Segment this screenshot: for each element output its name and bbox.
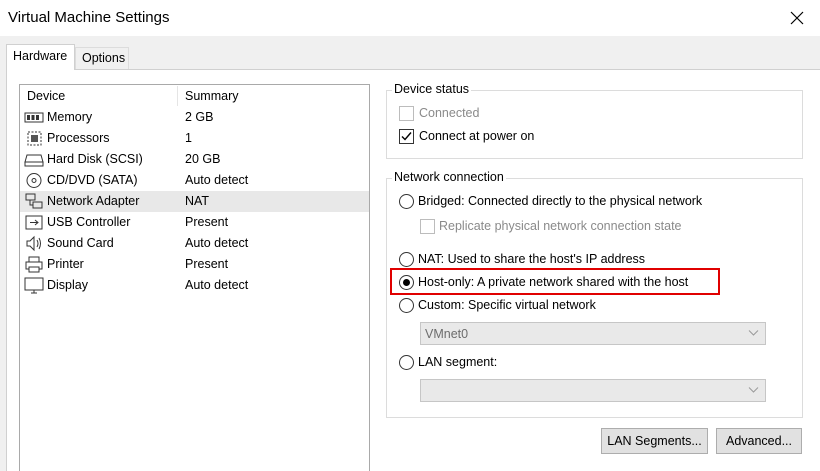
device-row-memory[interactable]: Memory 2 GB [20, 107, 369, 128]
chevron-down-icon [748, 330, 759, 336]
device-name: Processors [47, 131, 110, 145]
replicate-state-label: Replicate physical network connection st… [439, 219, 682, 233]
device-summary: NAT [185, 194, 210, 208]
device-summary: 2 GB [185, 110, 214, 124]
device-name: Printer [47, 257, 84, 271]
checkmark-icon [401, 132, 412, 141]
tab-hardware-label: Hardware [13, 49, 68, 63]
custom-radio[interactable] [399, 298, 414, 313]
device-name: Sound Card [47, 236, 114, 250]
device-row-hard-disk[interactable]: Hard Disk (SCSI) 20 GB [20, 149, 369, 170]
lan-segment-radio[interactable] [399, 355, 414, 370]
printer-icon [25, 256, 43, 273]
bridged-label: Bridged: Connected directly to the physi… [418, 194, 703, 208]
connect-at-power-on-checkbox[interactable] [399, 129, 414, 144]
chevron-down-icon [748, 387, 759, 393]
device-summary: Present [185, 257, 229, 271]
device-name: CD/DVD (SATA) [47, 173, 138, 187]
custom-network-value: VMnet0 [425, 327, 469, 341]
usb-icon [25, 215, 43, 230]
device-row-processors[interactable]: Processors 1 [20, 128, 369, 149]
sound-card-icon [26, 235, 41, 252]
close-icon [790, 11, 804, 25]
device-status-legend: Device status [392, 82, 472, 96]
device-name: Hard Disk (SCSI) [47, 152, 143, 166]
network-adapter-icon [25, 193, 43, 209]
device-name: USB Controller [47, 215, 131, 229]
device-list-header: Device Summary [20, 85, 369, 107]
device-list[interactable]: Device Summary Memory 2 GB Processors 1 … [19, 84, 370, 471]
connect-at-power-on-label: Connect at power on [419, 129, 535, 143]
device-summary: Present [185, 215, 229, 229]
connected-checkbox[interactable] [399, 106, 414, 121]
display-icon [24, 277, 44, 294]
replicate-state-checkbox[interactable] [420, 219, 435, 234]
device-row-printer[interactable]: Printer Present [20, 254, 369, 275]
tab-hardware[interactable]: Hardware [6, 44, 75, 70]
memory-icon [24, 112, 44, 123]
device-row-network-adapter[interactable]: Network Adapter NAT [20, 191, 369, 212]
custom-label: Custom: Specific virtual network [418, 298, 596, 312]
device-summary: 1 [185, 131, 192, 145]
lan-segment-label: LAN segment: [418, 355, 498, 369]
device-summary: Auto detect [185, 236, 249, 250]
device-name: Display [47, 278, 88, 292]
lan-segment-select[interactable] [420, 379, 766, 402]
device-summary: Auto detect [185, 173, 249, 187]
device-row-sound-card[interactable]: Sound Card Auto detect [20, 233, 369, 254]
bridged-radio[interactable] [399, 194, 414, 209]
hard-disk-icon [24, 154, 44, 167]
column-header-device[interactable]: Device [27, 89, 65, 103]
nat-label: NAT: Used to share the host's IP address [418, 252, 646, 266]
device-status-group [386, 90, 803, 159]
cd-dvd-icon [26, 173, 42, 188]
column-divider[interactable] [177, 86, 178, 106]
tab-options-label: Options [82, 51, 126, 65]
device-summary: Auto detect [185, 278, 249, 292]
device-row-display[interactable]: Display Auto detect [20, 275, 369, 296]
device-row-cd-dvd[interactable]: CD/DVD (SATA) Auto detect [20, 170, 369, 191]
processor-icon [27, 131, 42, 146]
column-header-summary[interactable]: Summary [185, 89, 238, 103]
title-bar: Virtual Machine Settings [0, 0, 820, 36]
advanced-button[interactable]: Advanced... [716, 428, 802, 454]
nat-radio[interactable] [399, 252, 414, 267]
custom-network-select[interactable]: VMnet0 [420, 322, 766, 345]
device-row-usb-controller[interactable]: USB Controller Present [20, 212, 369, 233]
device-summary: 20 GB [185, 152, 221, 166]
device-name: Network Adapter [47, 194, 140, 208]
lan-segments-button[interactable]: LAN Segments... [601, 428, 708, 454]
window-title: Virtual Machine Settings [8, 9, 170, 26]
connected-label: Connected [419, 106, 480, 120]
close-button[interactable] [774, 0, 820, 36]
device-name: Memory [47, 110, 93, 124]
tab-options[interactable]: Options [75, 47, 129, 69]
highlight-box [390, 268, 720, 295]
network-connection-legend: Network connection [392, 170, 506, 184]
